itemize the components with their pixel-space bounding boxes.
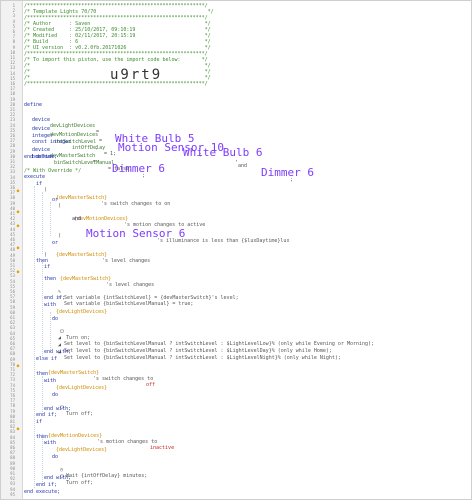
keyword-do: do [52, 316, 59, 322]
keyword-do: do [52, 392, 59, 398]
keyword-end-with: end with; [44, 349, 72, 355]
and-line: and [0, 216, 472, 222]
device-variable: {devLightDevices} [56, 447, 108, 453]
end-if-line: end if; [0, 412, 472, 418]
condition-line[interactable]: {devMasterSwitch} 's switch changes to o… [0, 189, 472, 207]
import-code[interactable]: u9rt9 [110, 67, 162, 83]
do-line: do [0, 392, 472, 398]
paren-line: ) [0, 233, 472, 239]
keyword-else-if: else if [36, 356, 58, 362]
keyword-then: then [44, 276, 57, 282]
condition-line[interactable]: {devMotionDevices} 's motion changes to … [0, 427, 472, 451]
end-if-line: end if; [0, 295, 472, 301]
define-start: define [0, 102, 472, 108]
keyword-execute: execute [24, 174, 46, 180]
execute-start: execute [0, 174, 472, 180]
paren-line: ( [0, 203, 472, 209]
keyword-with: with [44, 440, 57, 446]
with-line[interactable]: with [0, 440, 472, 446]
keyword-with: with [44, 302, 57, 308]
header-line: /***************************************… [0, 81, 472, 87]
with-line[interactable]: with [0, 302, 472, 308]
execute-end: end execute; [0, 489, 472, 495]
device-line[interactable]: {devLightDevices} [0, 309, 472, 315]
statement-marker-icon[interactable]: ● [16, 210, 20, 215]
keyword-do: do [52, 454, 59, 460]
end-if-line: end if; [0, 482, 472, 488]
statement-marker-icon[interactable]: ● [16, 364, 20, 369]
statement-marker-icon[interactable]: ● [16, 224, 20, 229]
keyword-if: if [36, 419, 43, 425]
statement-marker-icon[interactable]: ● [16, 246, 20, 251]
statement-line[interactable]: ◷ Wait {intOffDelay} minutes; [0, 461, 472, 479]
paren: ) [58, 233, 62, 239]
keyword-end-with: end with; [44, 475, 72, 481]
do-line: do [0, 316, 472, 322]
condition-line[interactable]: Motion Sensor 6 's illuminance is less t… [0, 224, 472, 244]
else-if-line[interactable]: else if [0, 356, 472, 362]
device-variable: {devLightDevices} [56, 309, 108, 315]
statement-line[interactable]: ⏻ Turn off; [0, 399, 472, 417]
define-end: end define; [0, 154, 472, 160]
piston-viewer: 1 2 3 4 5 6 7 8 9 10 11 12 13 14 15 16 17 18 19 20 21 22 23 24 2… [0, 0, 472, 500]
keyword-end-define: end define; [24, 154, 58, 160]
keyword-end-if: end if; [44, 295, 66, 301]
define-line[interactable]: const integer intOffDelay = 1; [0, 133, 472, 157]
define-line[interactable]: device devMasterSwitch = Dimmer 6 ; [0, 141, 472, 179]
define-line[interactable]: device devMotionDevices = Motion Sensor … [0, 120, 472, 158]
device-line[interactable]: {devLightDevices} [0, 447, 472, 453]
keyword-with: with [44, 378, 57, 384]
device-line[interactable]: {devLightDevices} [0, 385, 472, 391]
keyword-define: define [24, 102, 43, 108]
if-line[interactable]: if [0, 419, 472, 425]
condition-line[interactable]: {devMasterSwitch} 's switch changes to o… [0, 364, 472, 388]
statement-line[interactable]: ⏻ Turn off; [0, 468, 472, 486]
paren: ( [58, 203, 62, 209]
statement-marker-icon[interactable]: ● [16, 270, 20, 275]
statement-marker-icon[interactable]: ● [16, 189, 20, 194]
variable-name: binSwitchLevelManual [54, 160, 115, 166]
keyword-and: and [72, 216, 82, 222]
statement-line[interactable]: ◢ Set level to {binSwitchLevelManual ? i… [0, 336, 472, 354]
with-line[interactable]: with [0, 378, 472, 384]
keyword-then: then [36, 371, 49, 377]
end-with-line: end with; [0, 475, 472, 481]
statement-marker-icon[interactable]: ● [16, 427, 20, 432]
define-line[interactable]: device devLightDevices = White Bulb 5 , … [0, 111, 472, 183]
then-line: then [0, 371, 472, 377]
statement-line[interactable]: ◢ Set level to {binSwitchLevelManual ? i… [0, 329, 472, 347]
keyword-end-execute: end execute; [24, 489, 61, 495]
keyword-end-if: end if; [36, 412, 58, 418]
end-with-line: end with; [0, 349, 472, 355]
then-line: then [0, 276, 472, 282]
device-variable: {devLightDevices} [56, 385, 108, 391]
keyword-end-if: end if; [36, 482, 58, 488]
do-line: do [0, 454, 472, 460]
